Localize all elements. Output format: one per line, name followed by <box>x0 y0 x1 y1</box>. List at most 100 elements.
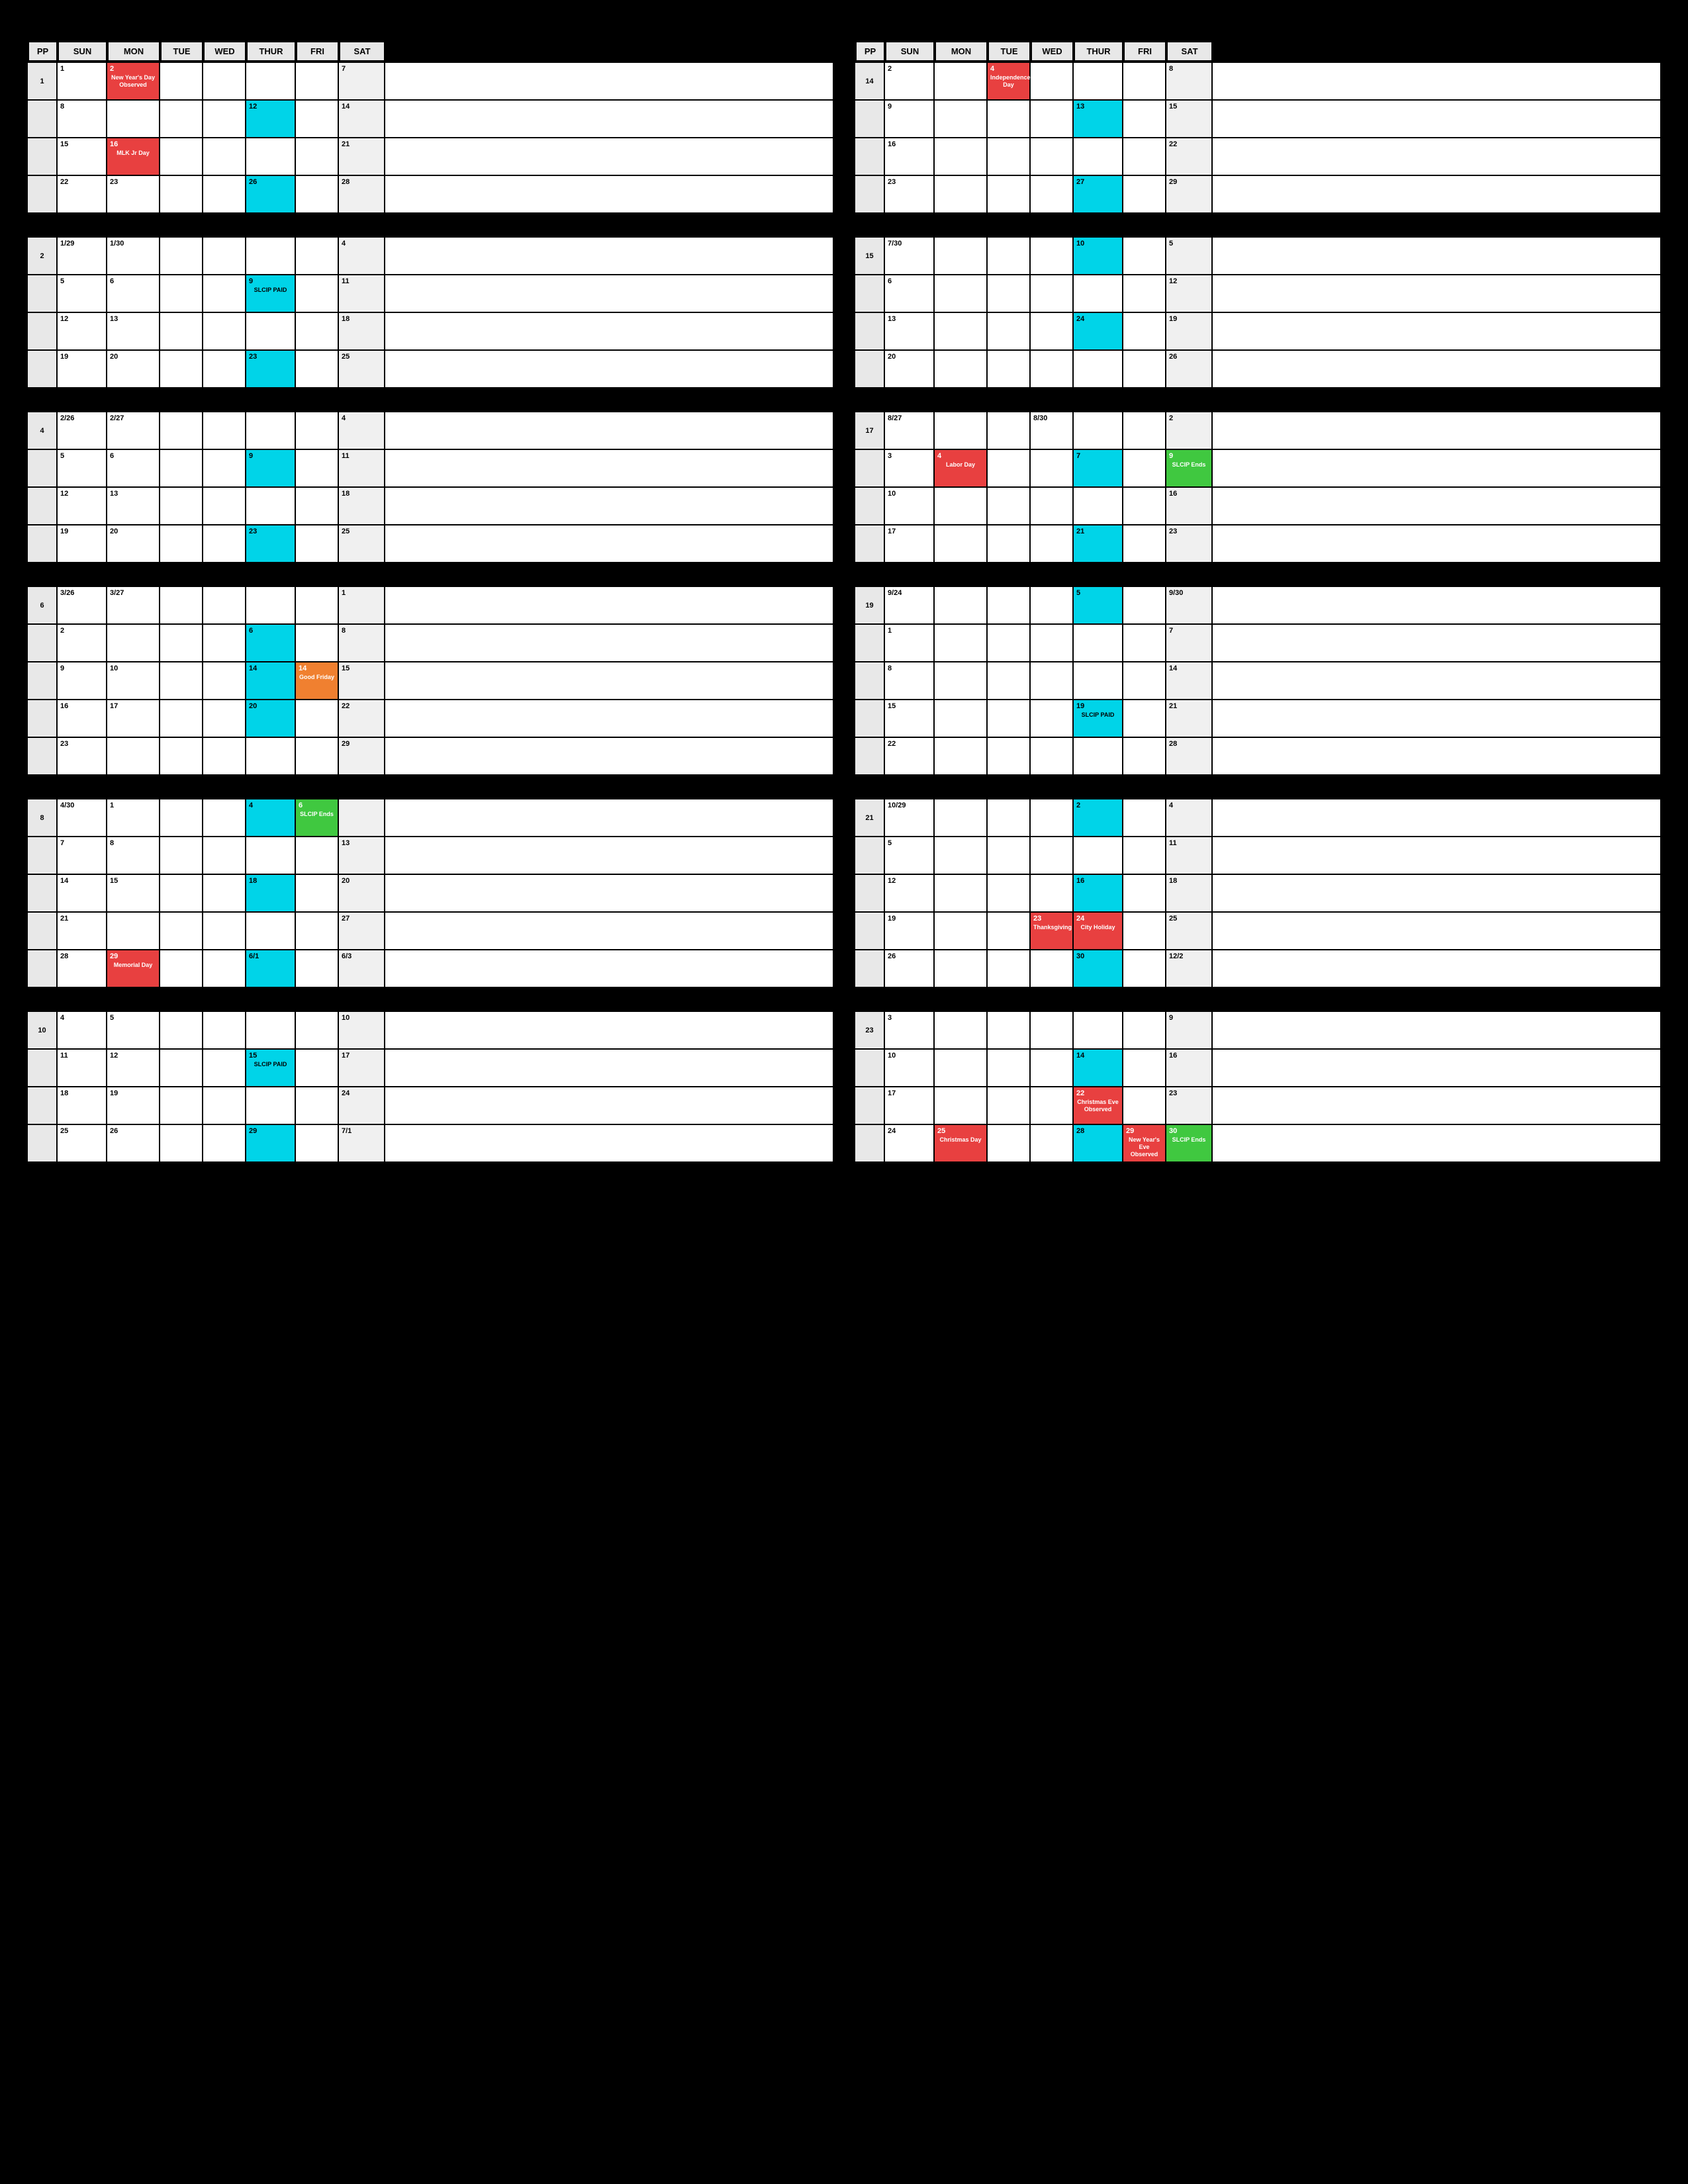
cal-cell-cyan: 18 <box>246 875 296 911</box>
cal-cell <box>296 837 339 874</box>
table-row: 5 11 <box>855 837 1660 875</box>
table-row: 10 14 16 <box>855 1050 1660 1087</box>
cal-cell: 1 <box>885 625 935 661</box>
cal-cell <box>1123 450 1166 486</box>
cal-cell <box>296 176 339 212</box>
cal-cell: 6 <box>107 450 160 486</box>
cal-cell <box>160 875 203 911</box>
cal-cell <box>1123 525 1166 562</box>
cal-cell <box>1074 488 1123 524</box>
cal-cell <box>160 799 203 836</box>
cal-cell: 11 <box>1166 837 1213 874</box>
cal-cell-cyan: 23 <box>246 525 296 562</box>
cal-cell: 11 <box>339 275 385 312</box>
table-row: 10 16 <box>855 488 1660 525</box>
cal-cell <box>1031 625 1074 661</box>
cal-cell <box>296 950 339 987</box>
cal-cell <box>1031 1050 1074 1086</box>
cal-cell <box>988 587 1031 623</box>
cal-cell <box>203 700 246 737</box>
cal-cell <box>988 138 1031 175</box>
cal-cell <box>203 799 246 836</box>
cal-cell <box>1031 176 1074 212</box>
cal-cell <box>1074 412 1123 449</box>
cal-cell: 23 <box>107 176 160 212</box>
table-row: 19 9/24 5 9/30 <box>855 586 1660 625</box>
cal-cell <box>935 176 988 212</box>
cal-cell <box>296 875 339 911</box>
cal-cell: 23 <box>885 176 935 212</box>
cal-cell <box>935 587 988 623</box>
cal-cell <box>203 1087 246 1124</box>
cal-body-january: 1 1 2New Year's Day Observed 7 8 12 <box>28 62 833 214</box>
cal-cell <box>1123 1087 1166 1124</box>
cal-cell <box>203 875 246 911</box>
cal-cell: 5 <box>885 837 935 874</box>
cal-cell-cyan: 6 <box>246 625 296 661</box>
cal-cell <box>160 738 203 774</box>
calendars-row-6: 10 4 5 10 11 12 15SLCIP PAID <box>26 1009 1662 1164</box>
cal-cell <box>1031 587 1074 623</box>
cal-cell: 6/3 <box>339 950 385 987</box>
cal-cell <box>1123 913 1166 949</box>
cal-cell <box>988 1125 1031 1161</box>
table-row: 21 10/29 2 4 <box>855 798 1660 837</box>
calendar-july: PP SUN MON TUE WED THUR FRI SAT 14 2 4In… <box>854 40 1662 215</box>
table-row: 19 20 23 25 <box>28 525 833 563</box>
cal-cell <box>246 837 296 874</box>
cal-cell <box>1031 525 1074 562</box>
cal-cell: 23 <box>1166 525 1213 562</box>
cal-cell <box>203 63 246 99</box>
cal-cell <box>296 587 339 623</box>
cal-cell-green: 30SLCIP Ends <box>1166 1125 1213 1161</box>
cal-cell <box>296 63 339 99</box>
pp-cell: 23 <box>855 1012 885 1048</box>
cal-cell <box>107 913 160 949</box>
cal-cell-holiday: 25Christmas Day <box>935 1125 988 1161</box>
cal-cell <box>1031 101 1074 137</box>
cal-cell <box>107 738 160 774</box>
hdr-sun-r: SUN <box>885 41 935 62</box>
cal-cell <box>935 738 988 774</box>
pp-cell <box>855 950 885 987</box>
cal-cell-green: 6SLCIP Ends <box>296 799 339 836</box>
cal-cell-cyan: 29 <box>246 1125 296 1161</box>
cal-cell: 4 <box>1166 799 1213 836</box>
table-row: 17 21 23 <box>855 525 1660 563</box>
cal-cell: 17 <box>107 700 160 737</box>
cal-cell <box>107 101 160 137</box>
cal-cell: 8 <box>885 662 935 699</box>
hdr-thur: THUR <box>246 41 296 62</box>
table-row: 14 2 4Independence Day 8 <box>855 62 1660 101</box>
cal-cell: 20 <box>339 875 385 911</box>
calendar-september: 17 8/27 8/30 2 3 4Labor Day 7 <box>854 410 1662 565</box>
cal-cell <box>107 625 160 661</box>
cal-cell <box>296 313 339 349</box>
calendar-november: 21 10/29 2 4 5 11 <box>854 797 1662 989</box>
cal-cell-cyan: 9SLCIP PAID <box>246 275 296 312</box>
cal-cell: 1 <box>58 63 107 99</box>
table-row: 22 28 <box>855 738 1660 776</box>
table-row: 2 6 8 <box>28 625 833 662</box>
cal-cell-holiday: 2New Year's Day Observed <box>107 63 160 99</box>
pp-cell <box>855 275 885 312</box>
cal-cell-cyan: 13 <box>1074 101 1123 137</box>
cal-cell: 12 <box>58 488 107 524</box>
cal-cell <box>246 1087 296 1124</box>
cal-cell: 18 <box>1166 875 1213 911</box>
cal-cell <box>1031 662 1074 699</box>
hdr-tue: TUE <box>160 41 203 62</box>
cal-cell: 23 <box>1166 1087 1213 1124</box>
cal-cell <box>1123 138 1166 175</box>
cal-cell-cyan: 7 <box>1074 450 1123 486</box>
cal-cell-holiday: 14Good Friday <box>296 662 339 699</box>
cal-cell: 1/30 <box>107 238 160 274</box>
table-row: 16 22 <box>855 138 1660 176</box>
cal-cell: 19 <box>58 351 107 387</box>
pp-cell <box>28 913 58 949</box>
cal-cell <box>203 138 246 175</box>
cal-cell <box>988 738 1031 774</box>
cal-cell <box>160 101 203 137</box>
cal-cell-cyan: 21 <box>1074 525 1123 562</box>
table-row: 15 16MLK Jr Day 21 <box>28 138 833 176</box>
